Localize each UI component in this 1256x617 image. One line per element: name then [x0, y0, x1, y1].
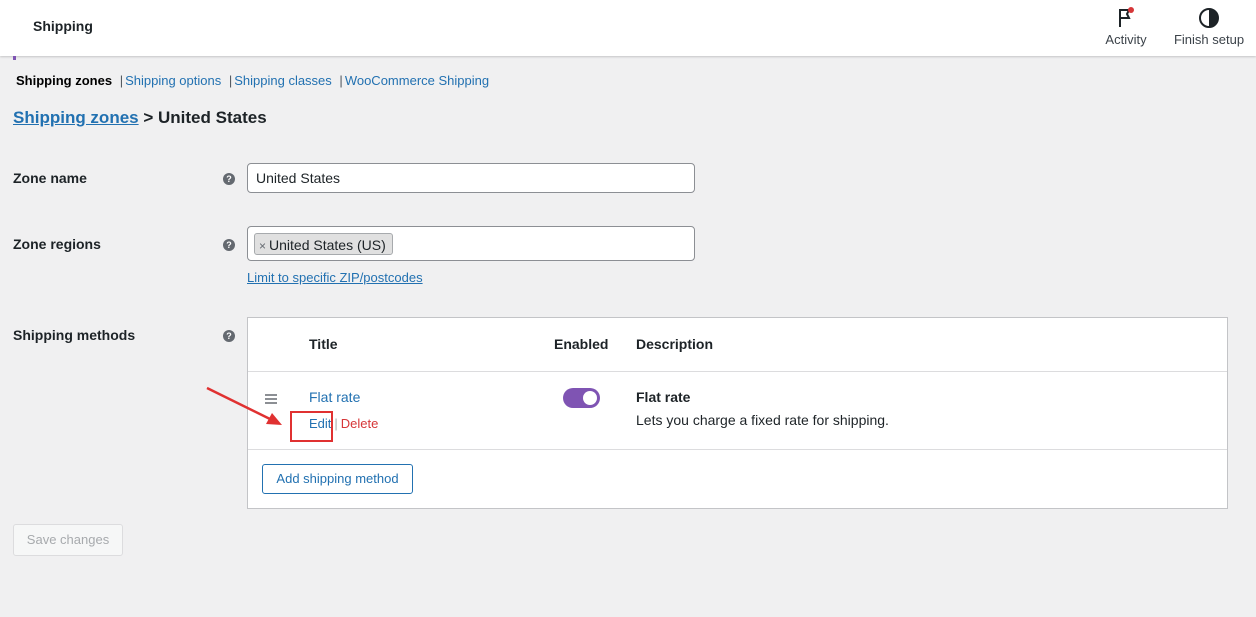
enabled-toggle[interactable]: [563, 388, 600, 408]
subnav-separator: |: [339, 73, 343, 88]
activity-button[interactable]: Activity: [1098, 6, 1154, 47]
breadcrumb-separator: >: [143, 108, 154, 127]
region-chip-label: United States (US): [269, 237, 386, 253]
divider: [248, 449, 1227, 450]
breadcrumb-current: United States: [158, 108, 267, 127]
add-shipping-method-button[interactable]: Add shipping method: [262, 464, 413, 494]
annotation-highlight-box: [290, 411, 333, 442]
zone-regions-label: Zone regions: [13, 236, 101, 252]
delete-link[interactable]: Delete: [341, 416, 379, 431]
zone-name-label: Zone name: [13, 170, 87, 186]
help-icon[interactable]: ?: [223, 239, 235, 251]
divider: [248, 371, 1227, 372]
finish-setup-label: Finish setup: [1173, 32, 1245, 47]
annotation-arrow-icon: [206, 386, 282, 425]
toggle-knob: [583, 391, 597, 405]
help-icon[interactable]: ?: [223, 173, 235, 185]
page-title: Shipping: [33, 18, 93, 34]
breadcrumb-shipping-zones-link[interactable]: Shipping zones: [13, 108, 139, 127]
method-description-title: Flat rate: [636, 389, 691, 405]
subnav-woocommerce-shipping[interactable]: WooCommerce Shipping: [345, 73, 489, 88]
shipping-subnav: Shipping zones | Shipping options | Shippi…: [16, 73, 489, 88]
shipping-methods-label: Shipping methods: [13, 327, 136, 343]
column-header-description: Description: [636, 336, 714, 352]
row-action-separator: |: [334, 416, 338, 431]
subnav-shipping-zones[interactable]: Shipping zones: [16, 73, 112, 88]
activity-label: Activity: [1105, 32, 1147, 47]
help-icon[interactable]: ?: [223, 330, 235, 342]
subnav-shipping-classes[interactable]: Shipping classes: [234, 73, 332, 88]
flag-icon: [1098, 6, 1154, 30]
method-title-link[interactable]: Flat rate: [309, 389, 360, 405]
column-header-enabled: Enabled: [554, 336, 609, 352]
save-changes-button[interactable]: Save changes: [13, 524, 123, 556]
zone-name-input[interactable]: United States: [247, 163, 695, 193]
column-header-title: Title: [309, 336, 338, 352]
subnav-shipping-options[interactable]: Shipping options: [125, 73, 221, 88]
breadcrumb: Shipping zones > United States: [13, 108, 267, 128]
method-description-text: Lets you charge a fixed rate for shippin…: [636, 412, 889, 428]
top-bar: Shipping Activity Finish setup: [0, 0, 1256, 56]
region-chip: × United States (US): [254, 233, 393, 255]
half-circle-icon: [1168, 6, 1250, 30]
limit-postcodes-link[interactable]: Limit to specific ZIP/postcodes: [247, 270, 423, 285]
subnav-separator: |: [228, 73, 233, 88]
remove-chip-icon[interactable]: ×: [259, 239, 266, 253]
accent-mark: [13, 56, 16, 60]
shipping-methods-table: Title Enabled Description Flat rate Edit…: [247, 317, 1228, 509]
subnav-separator: |: [119, 73, 124, 88]
zone-regions-select[interactable]: × United States (US): [247, 226, 695, 261]
finish-setup-button[interactable]: Finish setup: [1168, 6, 1250, 47]
